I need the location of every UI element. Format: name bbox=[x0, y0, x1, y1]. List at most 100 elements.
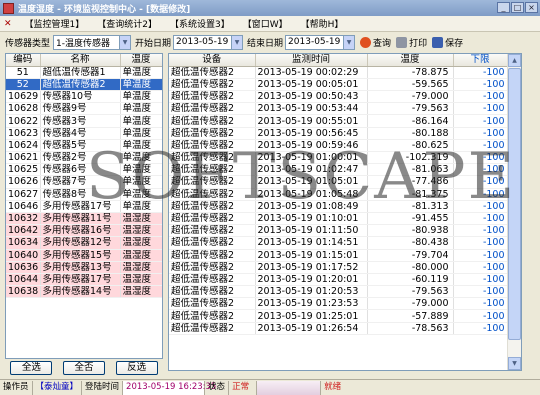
reading-row[interactable]: 超低温传感器2 2013-05-19 01:26:54 -78.563 -100 bbox=[169, 322, 508, 335]
reading-time: 2013-05-19 00:50:43 bbox=[255, 90, 368, 104]
end-date-label: 结束日期 bbox=[247, 38, 284, 49]
invert-selection-button[interactable]: 反选 bbox=[115, 361, 158, 375]
sensor-row[interactable]: 10644 多用传感器17号 温湿度 bbox=[6, 273, 162, 287]
sensor-row[interactable]: 10622 传感器3号 单温度 bbox=[6, 114, 162, 128]
reading-row[interactable]: 超低温传感器2 2013-05-19 01:02:47 -81.063 -100 bbox=[169, 163, 508, 177]
scroll-down-icon[interactable]: ▼ bbox=[508, 357, 521, 370]
reading-time: 2013-05-19 01:10:01 bbox=[255, 212, 368, 226]
save-button[interactable]: 保存 bbox=[432, 36, 463, 49]
reading-device: 超低温传感器2 bbox=[169, 114, 256, 128]
chevron-down-icon[interactable]: ▼ bbox=[119, 35, 131, 49]
scrollbar-thumb[interactable] bbox=[508, 68, 521, 340]
sensor-type: 温湿度 bbox=[120, 236, 162, 250]
reading-row[interactable]: 超低温传感器2 2013-05-19 01:20:01 -60.119 -100 bbox=[169, 273, 508, 287]
sensor-row[interactable]: 10636 多用传感器13号 温湿度 bbox=[6, 261, 162, 274]
reading-row[interactable]: 超低温传感器2 2013-05-19 01:00:01 -102.319 -100 bbox=[169, 151, 508, 165]
sensor-code: 10627 bbox=[6, 188, 41, 201]
reading-row[interactable]: 超低温传感器2 2013-05-19 01:14:51 -80.438 -100 bbox=[169, 236, 508, 250]
reading-device: 超低温传感器2 bbox=[169, 309, 256, 323]
reading-row[interactable]: 超低温传感器2 2013-05-19 00:53:44 -79.563 -100 bbox=[169, 102, 508, 116]
header-type[interactable]: 温度 bbox=[120, 54, 162, 67]
operator-label: 操作员 bbox=[0, 380, 33, 395]
reading-row[interactable]: 超低温传感器2 2013-05-19 01:10:01 -91.455 -100 bbox=[169, 212, 508, 226]
ready-status: 就绪 bbox=[324, 381, 342, 392]
sensor-row[interactable]: 10646 多用传感器17号 单温度 bbox=[6, 200, 162, 213]
vertical-scrollbar[interactable]: ▲ ▼ bbox=[507, 54, 521, 370]
sensor-table: 编码 名称 温度 51 超低温传感器1 单温度 52 超低温传感器2 单温度 10629 传感… bbox=[6, 54, 162, 299]
reading-row[interactable]: 超低温传感器2 2013-05-19 01:25:01 -57.889 -100 bbox=[169, 309, 508, 323]
reading-temperature: -59.565 bbox=[367, 78, 454, 92]
reading-row[interactable]: 超低温传感器2 2013-05-19 00:59:46 -80.625 -100 bbox=[169, 139, 508, 153]
sensor-name: 传感器7号 bbox=[40, 175, 121, 189]
header-temperature[interactable]: 温度 bbox=[367, 54, 454, 67]
header-time[interactable]: 监测时间 bbox=[255, 54, 368, 67]
end-date-picker[interactable]: 2013-05-19 ▼ bbox=[285, 34, 356, 50]
sensor-row[interactable]: 10642 多用传感器16号 温湿度 bbox=[6, 224, 162, 238]
sensor-row[interactable]: 10632 多用传感器11号 温湿度 bbox=[6, 212, 162, 226]
minimize-icon[interactable]: _ bbox=[497, 2, 510, 13]
reading-row[interactable]: 超低温传感器2 2013-05-19 00:50:43 -79.000 -100 bbox=[169, 90, 508, 104]
reading-row[interactable]: 超低温传感器2 2013-05-19 01:05:01 -77.486 -100 bbox=[169, 175, 508, 189]
state-value: 正常 bbox=[229, 380, 258, 395]
close-icon[interactable]: × bbox=[525, 2, 538, 13]
menu-close-icon[interactable]: ✕ bbox=[4, 19, 12, 29]
sensor-row[interactable]: 52 超低温传感器2 单温度 bbox=[6, 78, 162, 92]
sensor-type: 单温度 bbox=[120, 127, 162, 140]
reading-row[interactable]: 超低温传感器2 2013-05-19 01:15:01 -79.704 -100 bbox=[169, 249, 508, 262]
sensor-row[interactable]: 10627 传感器8号 单温度 bbox=[6, 188, 162, 201]
sensor-row[interactable]: 10640 多用传感器15号 温湿度 bbox=[6, 249, 162, 262]
reading-time: 2013-05-19 01:05:48 bbox=[255, 188, 368, 201]
sensor-type-select[interactable]: 1-温度传感器 ▼ bbox=[53, 34, 132, 50]
reading-row[interactable]: 超低温传感器2 2013-05-19 01:20:53 -79.563 -100 bbox=[169, 285, 508, 299]
readings-table: 设备 监测时间 温度 下限 超低温传感器2 2013-05-19 00:02:29… bbox=[169, 54, 508, 335]
sensor-code: 10642 bbox=[6, 224, 41, 238]
header-code[interactable]: 编码 bbox=[6, 54, 41, 67]
state-label: 状态 bbox=[205, 380, 230, 395]
header-lower-limit[interactable]: 下限 bbox=[453, 54, 508, 67]
sensor-row[interactable]: 10634 多用传感器12号 温湿度 bbox=[6, 236, 162, 250]
sensor-row[interactable]: 10638 多用传感器14号 温湿度 bbox=[6, 285, 162, 299]
header-name[interactable]: 名称 bbox=[40, 54, 121, 67]
reading-row[interactable]: 超低温传感器2 2013-05-19 01:23:53 -79.000 -100 bbox=[169, 297, 508, 311]
reading-lower-limit: -100 bbox=[453, 309, 508, 323]
select-all-button[interactable]: 全选 bbox=[10, 361, 53, 375]
sensor-row[interactable]: 10629 传感器10号 单温度 bbox=[6, 90, 162, 104]
select-none-button[interactable]: 全否 bbox=[62, 361, 105, 375]
sensor-row[interactable]: 10624 传感器5号 单温度 bbox=[6, 139, 162, 153]
menu-monitor[interactable]: 【监控管理1】 bbox=[25, 17, 85, 30]
reading-row[interactable]: 超低温传感器2 2013-05-19 00:02:29 -78.875 -100 bbox=[169, 66, 508, 79]
reading-time: 2013-05-19 01:11:50 bbox=[255, 224, 368, 238]
reading-time: 2013-05-19 01:25:01 bbox=[255, 309, 368, 323]
start-date-picker[interactable]: 2013-05-19 ▼ bbox=[173, 34, 244, 50]
scroll-up-icon[interactable]: ▲ bbox=[508, 54, 521, 67]
sensor-row[interactable]: 10623 传感器4号 单温度 bbox=[6, 127, 162, 140]
reading-temperature: -81.375 bbox=[367, 188, 454, 201]
menu-settings[interactable]: 【系统设置3】 bbox=[170, 17, 230, 30]
sensor-code: 10628 bbox=[6, 102, 41, 116]
chevron-down-icon[interactable]: ▼ bbox=[343, 35, 355, 49]
sensor-row[interactable]: 51 超低温传感器1 单温度 bbox=[6, 66, 162, 79]
sensor-row[interactable]: 10628 传感器9号 单温度 bbox=[6, 102, 162, 116]
reading-row[interactable]: 超低温传感器2 2013-05-19 01:11:50 -80.938 -100 bbox=[169, 224, 508, 238]
menu-help[interactable]: 【帮助H】 bbox=[301, 17, 344, 30]
sensor-row[interactable]: 10625 传感器6号 单温度 bbox=[6, 163, 162, 177]
reading-temperature: -60.119 bbox=[367, 273, 454, 287]
reading-row[interactable]: 超低温传感器2 2013-05-19 01:05:48 -81.375 -100 bbox=[169, 188, 508, 201]
menu-window[interactable]: 【窗口W】 bbox=[243, 17, 288, 30]
menu-query[interactable]: 【查询统计2】 bbox=[97, 17, 157, 30]
reading-row[interactable]: 超低温传感器2 2013-05-19 01:08:49 -81.313 -100 bbox=[169, 200, 508, 213]
sensor-table-body: 51 超低温传感器1 单温度 52 超低温传感器2 单温度 10629 传感器10号 单温度 10… bbox=[6, 66, 162, 299]
reading-row[interactable]: 超低温传感器2 2013-05-19 00:55:01 -86.164 -100 bbox=[169, 114, 508, 128]
sensor-row[interactable]: 10626 传感器7号 单温度 bbox=[6, 175, 162, 189]
reading-row[interactable]: 超低温传感器2 2013-05-19 00:05:01 -59.565 -100 bbox=[169, 78, 508, 92]
window-title: 温度湿度 - 环境监视控制中心 - [数据修改] bbox=[18, 4, 191, 15]
reading-row[interactable]: 超低温传感器2 2013-05-19 00:56:45 -80.188 -100 bbox=[169, 127, 508, 140]
sensor-row[interactable]: 10621 传感器2号 单温度 bbox=[6, 151, 162, 165]
print-button[interactable]: 打印 bbox=[396, 36, 427, 49]
reading-row[interactable]: 超低温传感器2 2013-05-19 01:17:52 -80.000 -100 bbox=[169, 261, 508, 274]
maximize-icon[interactable]: □ bbox=[511, 2, 524, 13]
reading-device: 超低温传感器2 bbox=[169, 66, 256, 79]
chevron-down-icon[interactable]: ▼ bbox=[231, 35, 243, 49]
query-button[interactable]: 查询 bbox=[360, 36, 391, 49]
header-device[interactable]: 设备 bbox=[169, 54, 256, 67]
